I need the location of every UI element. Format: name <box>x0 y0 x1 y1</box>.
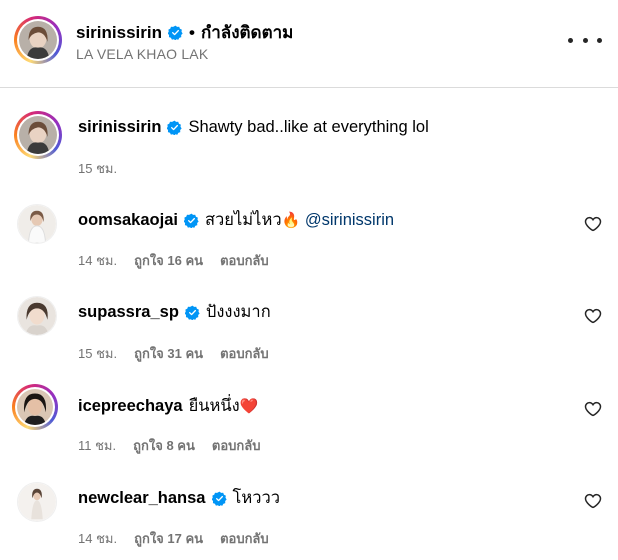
caption-avatar[interactable] <box>14 111 62 159</box>
reply-button[interactable]: ตอบกลับ <box>220 343 269 364</box>
separator-dot: • <box>188 22 195 42</box>
comment-text-line: oomsakaojai สวยไม่ไหว🔥 @sirinissirin <box>78 207 394 233</box>
verified-badge-icon <box>212 491 227 506</box>
author-username[interactable]: sirinissirin <box>76 23 162 43</box>
comment-username[interactable]: oomsakaojai <box>78 211 178 230</box>
comment-likes[interactable]: ถูกใจ 8 คน <box>133 435 195 456</box>
comment-avatar-image <box>18 297 56 335</box>
author-avatar[interactable] <box>14 16 62 64</box>
following-button[interactable]: กำลังติดตาม <box>201 19 293 46</box>
comment-likes[interactable]: ถูกใจ 31 คน <box>134 343 203 364</box>
verified-badge-icon <box>184 213 199 228</box>
comment-text-line: supassra_sp ปังงงมาก <box>78 299 271 325</box>
comment-meta: 14 ชม. ถูกใจ 16 คน ตอบกลับ <box>78 250 269 271</box>
caption-meta: 15 ชม. <box>78 158 117 179</box>
fire-emoji: 🔥 <box>281 212 301 229</box>
comment-text: ปังงงมาก <box>205 303 271 321</box>
like-heart-icon[interactable] <box>584 215 602 233</box>
reply-button[interactable]: ตอบกลับ <box>212 435 261 456</box>
like-heart-icon[interactable] <box>584 307 602 325</box>
comment-username[interactable]: supassra_sp <box>78 303 179 322</box>
comment-time[interactable]: 15 ชม. <box>78 343 117 364</box>
caption-text: Shawty bad..like at everything lol <box>188 118 429 136</box>
comment-mention[interactable]: @sirinissirin <box>305 211 394 229</box>
comment-time[interactable]: 14 ชม. <box>78 250 117 271</box>
comment-avatar-image <box>18 483 56 521</box>
comment-meta: 15 ชม. ถูกใจ 31 คน ตอบกลับ <box>78 343 269 364</box>
verified-badge-icon <box>185 305 200 320</box>
verified-badge-icon <box>167 120 182 135</box>
more-options-icon[interactable] <box>568 28 602 52</box>
comment-avatar-image <box>17 389 53 425</box>
comment-avatar[interactable] <box>12 384 58 430</box>
post-location[interactable]: LA VELA KHAO LAK <box>76 46 208 62</box>
comment-meta: 14 ชม. ถูกใจ 17 คน ตอบกลับ <box>78 528 269 549</box>
comment-likes[interactable]: ถูกใจ 16 คน <box>134 250 203 271</box>
comment-avatar[interactable] <box>17 482 57 522</box>
comment-avatar-image <box>18 205 56 243</box>
heart-emoji: ❤️ <box>239 398 259 415</box>
comment-text: โหววว <box>232 489 281 507</box>
comment-avatar[interactable] <box>17 296 57 336</box>
comment-meta: 11 ชม. ถูกใจ 8 คน ตอบกลับ <box>78 435 260 456</box>
reply-button[interactable]: ตอบกลับ <box>220 528 269 549</box>
comment-text: สวยไม่ไหว🔥 @sirinissirin <box>205 207 394 233</box>
comment-text-line: newclear_hansa โหววว <box>78 485 280 511</box>
reply-button[interactable]: ตอบกลับ <box>220 250 269 271</box>
comment-username[interactable]: icepreechaya <box>78 397 183 416</box>
comment-avatar[interactable] <box>17 204 57 244</box>
comment-body: สวยไม่ไหว <box>204 211 282 229</box>
post-header: sirinissirin • กำลังติดตาม LA VELA KHAO … <box>0 0 618 88</box>
like-heart-icon[interactable] <box>584 492 602 510</box>
caption-time[interactable]: 15 ชม. <box>78 158 117 179</box>
caption-username[interactable]: sirinissirin <box>78 118 161 137</box>
author-avatar-image <box>19 21 57 59</box>
author-line: sirinissirin • กำลังติดตาม <box>76 19 293 46</box>
comment-likes[interactable]: ถูกใจ 17 คน <box>134 528 203 549</box>
caption-text-line: sirinissirin Shawty bad..like at everyth… <box>78 118 429 137</box>
comment-time[interactable]: 11 ชม. <box>78 435 116 456</box>
comment-text: ยืนหนึ่ง❤️ <box>189 393 259 419</box>
verified-badge-icon <box>168 25 183 40</box>
comment-time[interactable]: 14 ชม. <box>78 528 117 549</box>
like-heart-icon[interactable] <box>584 400 602 418</box>
comment-text-line: icepreechaya ยืนหนึ่ง❤️ <box>78 393 258 419</box>
comment-username[interactable]: newclear_hansa <box>78 489 206 508</box>
comment-body: ยืนหนึ่ง <box>188 397 240 415</box>
caption-avatar-image <box>19 116 57 154</box>
